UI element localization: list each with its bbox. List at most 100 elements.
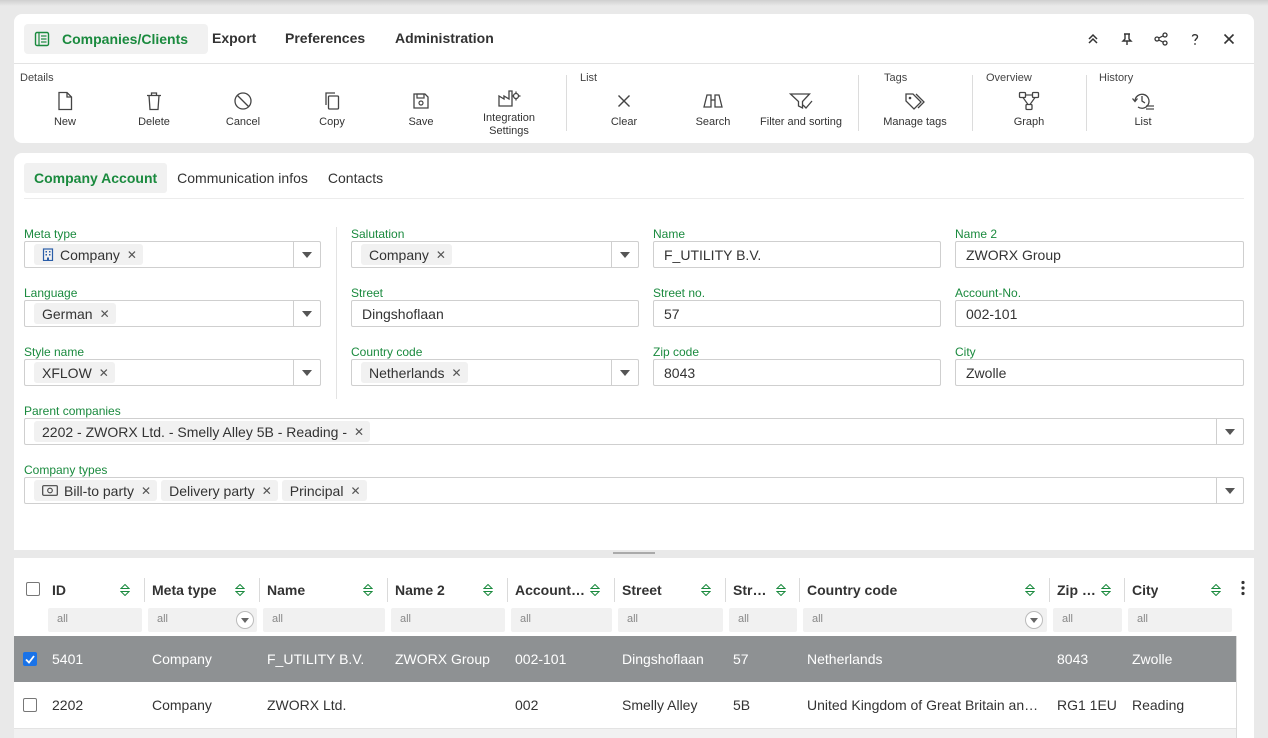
group-label-history: History bbox=[1099, 72, 1134, 84]
account-no-input[interactable]: 002-101 bbox=[955, 300, 1244, 327]
copy-button[interactable]: Copy bbox=[288, 89, 376, 129]
column-header-name[interactable]: Name all bbox=[260, 574, 388, 636]
street-input[interactable]: Dingshoflaan bbox=[351, 300, 639, 327]
remove-chip-icon[interactable]: ✕ bbox=[141, 484, 151, 498]
chevron-down-icon[interactable] bbox=[1216, 478, 1243, 503]
remove-chip-icon[interactable]: ✕ bbox=[350, 484, 360, 498]
row-checkbox[interactable] bbox=[23, 652, 37, 666]
tab-company-account[interactable]: Company Account bbox=[24, 163, 168, 193]
remove-chip-icon[interactable]: ✕ bbox=[354, 425, 364, 439]
chevron-down-icon[interactable] bbox=[1025, 611, 1043, 629]
name2-input[interactable]: ZWORX Group bbox=[955, 241, 1244, 268]
search-button[interactable]: Search bbox=[669, 89, 757, 129]
row-checkbox[interactable] bbox=[23, 698, 37, 712]
sort-icon[interactable] bbox=[1209, 582, 1223, 598]
language-select[interactable]: German ✕ bbox=[24, 300, 321, 327]
column-header-id[interactable]: ID all bbox=[45, 574, 145, 636]
remove-chip-icon[interactable]: ✕ bbox=[99, 366, 109, 380]
filter-input-id[interactable]: all bbox=[48, 608, 142, 632]
sort-icon[interactable] bbox=[588, 582, 602, 598]
clear-button[interactable]: Clear bbox=[580, 89, 668, 129]
sort-icon[interactable] bbox=[774, 582, 788, 598]
country-code-select[interactable]: Netherlands ✕ bbox=[351, 359, 639, 386]
country-code-chip: Netherlands ✕ bbox=[361, 362, 468, 383]
salutation-select[interactable]: Company ✕ bbox=[351, 241, 639, 268]
pin-icon[interactable] bbox=[1110, 26, 1144, 52]
column-header-street-no[interactable]: Str… all bbox=[726, 574, 800, 636]
filter-input-city[interactable]: all bbox=[1128, 608, 1232, 632]
sort-icon[interactable] bbox=[361, 582, 375, 598]
chevron-down-icon[interactable] bbox=[236, 611, 254, 629]
close-icon[interactable] bbox=[1212, 26, 1246, 52]
filter-input-street[interactable]: all bbox=[618, 608, 723, 632]
pane-splitter[interactable] bbox=[14, 550, 1254, 558]
filter-input-name2[interactable]: all bbox=[391, 608, 505, 632]
remove-chip-icon[interactable]: ✕ bbox=[100, 307, 110, 321]
remove-chip-icon[interactable]: ✕ bbox=[127, 248, 137, 262]
collapse-up-icon[interactable] bbox=[1076, 26, 1110, 52]
company-types-select[interactable]: Bill-to party ✕ Delivery party ✕ Princip… bbox=[24, 477, 1244, 504]
history-list-button[interactable]: List bbox=[1099, 89, 1187, 129]
filter-input-zip[interactable]: all bbox=[1053, 608, 1122, 632]
column-header-zip[interactable]: Zip … all bbox=[1050, 574, 1125, 636]
table-row[interactable]: 2202 Company ZWORX Ltd. 002 Smelly Alley… bbox=[14, 682, 1236, 728]
filter-sorting-button[interactable]: Filter and sorting bbox=[757, 89, 845, 129]
chevron-down-icon[interactable] bbox=[1216, 419, 1243, 444]
filter-input-account[interactable]: all bbox=[511, 608, 612, 632]
column-menu-icon[interactable] bbox=[1240, 580, 1246, 601]
remove-chip-icon[interactable]: ✕ bbox=[262, 484, 272, 498]
parent-companies-select[interactable]: 2202 - ZWORX Ltd. - Smelly Alley 5B - Re… bbox=[24, 418, 1244, 445]
splitter-grip[interactable] bbox=[613, 552, 655, 554]
sort-icon[interactable] bbox=[1099, 582, 1113, 598]
street-no-input[interactable]: 57 bbox=[653, 300, 941, 327]
column-header-country-code[interactable]: Country code all bbox=[800, 574, 1050, 636]
remove-chip-icon[interactable]: ✕ bbox=[436, 248, 446, 262]
column-header-meta-type[interactable]: Meta type all bbox=[145, 574, 260, 636]
parent-company-chip: 2202 - ZWORX Ltd. - Smelly Alley 5B - Re… bbox=[34, 421, 371, 442]
menu-preferences[interactable]: Preferences bbox=[285, 30, 365, 46]
city-input[interactable]: Zwolle bbox=[955, 359, 1244, 386]
meta-type-select[interactable]: Company ✕ bbox=[24, 241, 321, 268]
menu-export[interactable]: Export bbox=[212, 30, 256, 46]
sort-icon[interactable] bbox=[118, 582, 132, 598]
chevron-down-icon[interactable] bbox=[611, 360, 638, 385]
sort-icon[interactable] bbox=[1023, 582, 1037, 598]
cancel-button[interactable]: Cancel bbox=[199, 89, 287, 129]
graph-button[interactable]: Graph bbox=[985, 89, 1073, 129]
delete-button[interactable]: Delete bbox=[110, 89, 198, 129]
column-header-name2[interactable]: Name 2 all bbox=[388, 574, 508, 636]
filter-input-name[interactable]: all bbox=[263, 608, 385, 632]
save-button[interactable]: Save bbox=[377, 89, 465, 129]
menu-administration[interactable]: Administration bbox=[395, 30, 494, 46]
sort-icon[interactable] bbox=[481, 582, 495, 598]
tab-contacts[interactable]: Contacts bbox=[318, 163, 393, 193]
menubar: Companies/Clients Export Preferences Adm… bbox=[14, 14, 1254, 64]
filter-input-street-no[interactable]: all bbox=[729, 608, 797, 632]
sort-icon[interactable] bbox=[699, 582, 713, 598]
sort-icon[interactable] bbox=[233, 582, 247, 598]
name-input[interactable]: F_UTILITY B.V. bbox=[653, 241, 941, 268]
filter-input-country-code[interactable]: all bbox=[803, 608, 1047, 632]
tab-communication-infos[interactable]: Communication infos bbox=[167, 163, 318, 193]
manage-tags-button[interactable]: Manage tags bbox=[871, 89, 959, 129]
chevron-down-icon[interactable] bbox=[611, 242, 638, 267]
column-header-account[interactable]: Account… all bbox=[508, 574, 615, 636]
chevron-down-icon[interactable] bbox=[293, 301, 320, 326]
share-icon[interactable] bbox=[1144, 26, 1178, 52]
style-name-select[interactable]: XFLOW ✕ bbox=[24, 359, 321, 386]
meta-type-chip: Company ✕ bbox=[34, 244, 143, 265]
chevron-down-icon[interactable] bbox=[293, 360, 320, 385]
new-button[interactable]: New bbox=[21, 89, 109, 129]
column-header-street[interactable]: Street all bbox=[615, 574, 726, 636]
help-icon[interactable] bbox=[1178, 26, 1212, 52]
chevron-down-icon[interactable] bbox=[293, 242, 320, 267]
column-header-city[interactable]: City all bbox=[1125, 574, 1235, 636]
salutation-chip: Company ✕ bbox=[361, 244, 452, 265]
table-row[interactable]: 5401 Company F_UTILITY B.V. ZWORX Group … bbox=[14, 636, 1236, 682]
zip-code-input[interactable]: 8043 bbox=[653, 359, 941, 386]
app-title-button[interactable]: Companies/Clients bbox=[24, 24, 208, 54]
remove-chip-icon[interactable]: ✕ bbox=[452, 366, 462, 380]
filter-input-meta-type[interactable]: all bbox=[148, 608, 257, 632]
select-all-checkbox[interactable] bbox=[26, 582, 40, 596]
integration-settings-button[interactable]: Integration Settings bbox=[465, 86, 553, 138]
